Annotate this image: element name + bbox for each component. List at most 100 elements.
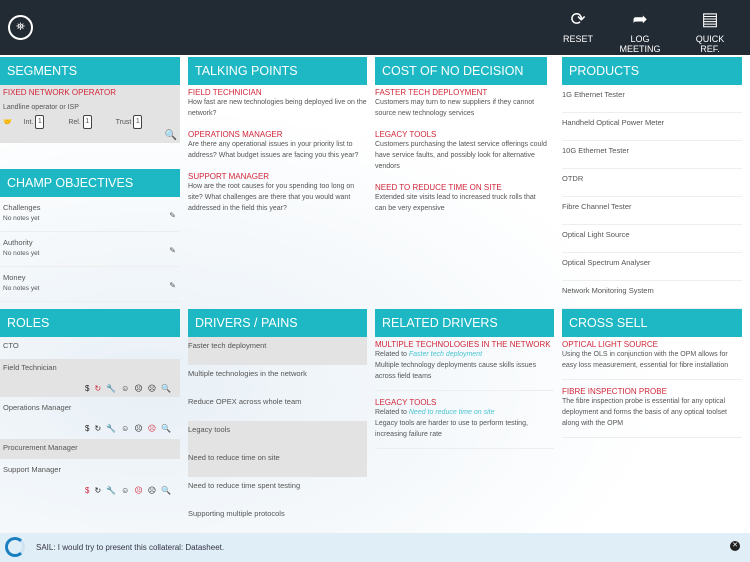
dollar-icon[interactable]: $ xyxy=(85,384,94,393)
driver-item[interactable]: Reduce OPEX across whole team xyxy=(188,393,367,421)
logo[interactable]: ⛯ xyxy=(8,15,33,40)
search-icon[interactable]: 🔍 xyxy=(165,130,177,141)
product-item[interactable]: Network Monitoring System xyxy=(562,281,742,309)
driver-item[interactable]: Faster tech deployment xyxy=(188,337,367,365)
log-meeting-button[interactable]: ➦ LOG MEETING xyxy=(610,8,670,54)
segment-card[interactable]: FIXED NETWORK OPERATOR Landline operator… xyxy=(0,85,180,143)
pencil-icon[interactable]: ✎ xyxy=(169,246,176,255)
reset-button[interactable]: ⟳ RESET xyxy=(563,8,593,44)
driver-item[interactable]: Supporting multiple protocols xyxy=(188,505,367,533)
segments-panel: SEGMENTS FIXED NETWORK OPERATOR Landline… xyxy=(0,57,180,143)
role-name: Support Manager xyxy=(3,465,61,474)
cost-panel: COST OF NO DECISION FASTER TECH DEPLOYME… xyxy=(375,57,547,222)
talking-item: OPERATIONS MANAGER Are there any operatio… xyxy=(188,127,367,169)
cross-item: OPTICAL LIGHT SOURCE Using the OLS in con… xyxy=(562,337,742,380)
related-header: RELATED DRIVERS xyxy=(375,309,554,337)
role-row[interactable]: Support Manager $↻🔧☺☹☹🔍 xyxy=(0,461,180,499)
product-item[interactable]: OTDR xyxy=(562,169,742,197)
role-row[interactable]: Procurement Manager xyxy=(0,439,180,459)
search-icon[interactable]: 🔍 xyxy=(161,384,176,393)
pencil-icon[interactable]: ✎ xyxy=(169,281,176,290)
roles-header: ROLES xyxy=(0,309,180,337)
driver-item[interactable]: Need to reduce time spent testing xyxy=(188,477,367,505)
trust-label: Trust xyxy=(115,118,132,126)
drivers-panel: DRIVERS / PAINS Faster tech deployment Mu… xyxy=(188,309,367,533)
related-to-label: Related to xyxy=(375,351,407,358)
related-link[interactable]: Need to reduce time on site xyxy=(409,409,495,416)
role-row[interactable]: Operations Manager $↻🔧☺☹☹🔍 xyxy=(0,399,180,437)
roles-panel: ROLES CTO Field Technician $↻🔧☺☹☹🔍 Operatio… xyxy=(0,309,180,501)
driver-item[interactable]: Multiple technologies in the network xyxy=(188,365,367,393)
item-heading: FIELD TECHNICIAN xyxy=(188,88,262,97)
happy-icon[interactable]: ☺ xyxy=(121,384,134,393)
role-name: Operations Manager xyxy=(3,403,72,412)
driver-item[interactable]: Need to reduce time on site xyxy=(188,449,367,477)
product-item[interactable]: Handheld Optical Power Meter xyxy=(562,113,742,141)
wrench-icon[interactable]: 🔧 xyxy=(106,424,121,433)
cross-item: FIBRE INSPECTION PROBE The fibre inspecti… xyxy=(562,384,742,438)
sad-icon[interactable]: ☹ xyxy=(148,384,161,393)
role-row[interactable]: Field Technician $↻🔧☺☹☹🔍 xyxy=(0,359,180,397)
happy-icon[interactable]: ☺ xyxy=(121,424,134,433)
int-field[interactable]: 1 xyxy=(35,115,45,129)
sad-icon[interactable]: ☹ xyxy=(148,424,161,433)
wrench-icon[interactable]: 🔧 xyxy=(106,486,121,495)
item-text: Customers may turn to new suppliers if t… xyxy=(375,99,535,117)
dollar-icon[interactable]: $ xyxy=(85,424,94,433)
search-icon[interactable]: 🔍 xyxy=(161,486,176,495)
item-text: Extended site visits lead to increased t… xyxy=(375,194,536,212)
product-item[interactable]: Optical Light Source xyxy=(562,225,742,253)
top-bar: ⛯ ⟳ RESET ➦ LOG MEETING ▤ QUICK REF. xyxy=(0,0,750,55)
assistant-bar: SAIL: I would try to present this collat… xyxy=(0,533,750,562)
champ-item[interactable]: Challenges No notes yet ✎ xyxy=(0,197,180,232)
close-icon[interactable]: ✕ xyxy=(730,541,740,551)
products-header: PRODUCTS xyxy=(562,57,742,85)
related-item: LEGACY TOOLS Related to Need to reduce ti… xyxy=(375,395,554,449)
item-text: How are the root causes for you spending… xyxy=(188,183,355,212)
neutral-icon[interactable]: ☹ xyxy=(134,424,147,433)
quick-ref-button[interactable]: ▤ QUICK REF. xyxy=(685,8,735,54)
item-heading: NEED TO REDUCE TIME ON SITE xyxy=(375,183,502,192)
sad-icon[interactable]: ☹ xyxy=(148,486,161,495)
happy-icon[interactable]: ☺ xyxy=(121,486,134,495)
driver-item[interactable]: Legacy tools xyxy=(188,421,367,449)
neutral-icon[interactable]: ☹ xyxy=(134,384,147,393)
book-icon: ▤ xyxy=(701,9,719,29)
wrench-icon[interactable]: 🔧 xyxy=(106,384,121,393)
trust-field[interactable]: 1 xyxy=(133,115,143,129)
role-icons: $↻🔧☺☹☹🔍 xyxy=(85,424,176,433)
role-name: Procurement Manager xyxy=(3,443,78,452)
talking-header: TALKING POINTS xyxy=(188,57,367,85)
target-icon[interactable]: ↻ xyxy=(95,486,107,495)
role-name: Field Technician xyxy=(3,363,57,372)
champ-item[interactable]: Authority No notes yet ✎ xyxy=(0,232,180,267)
share-arrow-icon: ➦ xyxy=(632,9,648,29)
cost-item: FASTER TECH DEPLOYMENT Customers may turn… xyxy=(375,85,547,127)
champ-note: No notes yet xyxy=(3,250,40,257)
product-item[interactable]: 1G Ethernet Tester xyxy=(562,85,742,113)
quick-ref-label: QUICK REF. xyxy=(695,34,725,54)
target-icon[interactable]: ↻ xyxy=(95,384,107,393)
role-name: CTO xyxy=(3,341,19,350)
neutral-icon[interactable]: ☹ xyxy=(134,486,147,495)
product-item[interactable]: Fibre Channel Tester xyxy=(562,197,742,225)
champ-label: Challenges xyxy=(3,203,41,212)
dollar-icon[interactable]: $ xyxy=(85,486,94,495)
segments-header: SEGMENTS xyxy=(0,57,180,85)
product-item[interactable]: 10G Ethernet Tester xyxy=(562,141,742,169)
role-icons: $↻🔧☺☹☹🔍 xyxy=(85,384,176,393)
champ-item[interactable]: Money No notes yet ✎ xyxy=(0,267,180,302)
spinner-icon xyxy=(5,537,25,557)
related-link[interactable]: Faster tech deployment xyxy=(409,351,482,358)
item-heading: FIBRE INSPECTION PROBE xyxy=(562,387,667,396)
pencil-icon[interactable]: ✎ xyxy=(169,211,176,220)
champ-item[interactable]: Priority✎ xyxy=(0,302,180,309)
champ-objectives-panel: CHAMP OBJECTIVES Challenges No notes yet ✎… xyxy=(0,169,180,309)
rel-field[interactable]: 1 xyxy=(82,115,92,129)
search-icon[interactable]: 🔍 xyxy=(161,424,176,433)
product-item[interactable]: Optical Spectrum Analyser xyxy=(562,253,742,281)
segment-desc: Landline operator or ISP xyxy=(3,104,79,111)
champ-label: Authority xyxy=(3,238,33,247)
target-icon[interactable]: ↻ xyxy=(95,424,107,433)
role-row[interactable]: CTO xyxy=(0,337,180,357)
